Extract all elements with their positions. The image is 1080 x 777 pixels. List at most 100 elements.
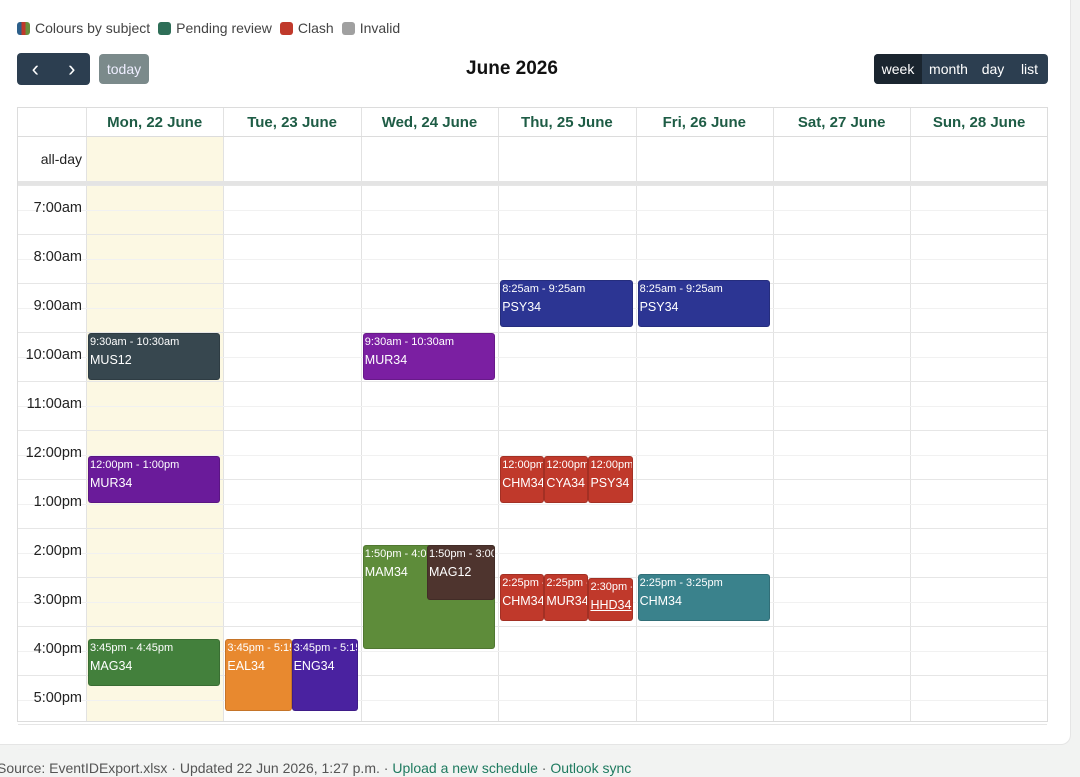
calendar-event[interactable]: 12:00pm - 1:00pm MUR34 [88,455,221,503]
time-label: 10:00am [25,346,82,363]
event-title: CYA34 [546,475,586,490]
event-title: CHM34 [502,593,545,608]
event-title: MUS12 [90,353,132,367]
time-label: 4:00pm [33,640,82,657]
view-week-button[interactable]: week [874,54,922,84]
event-title: CHM34 [502,475,545,490]
day-header[interactable]: Tue, 23 June [223,108,360,136]
time-label: 12:00pm [25,444,82,461]
time-label: 7:00am [33,199,82,216]
upload-schedule-link[interactable]: Upload a new schedule [392,760,538,776]
column-divider [635,108,637,721]
event-time: 12:00pm - 1:00pm [90,458,180,471]
outlook-sync-link[interactable]: Outlook sync [550,760,631,776]
calendar-event[interactable]: 3:45pm - 4:45pm MAG34 [88,639,221,687]
half-hour-line [18,209,1047,211]
event-time: 12:00pm - 1:00pm [502,458,545,471]
day-header[interactable]: Sun, 28 June [910,108,1047,136]
legend-item-subject: Colours by subject [17,20,150,36]
legend: Colours by subject Pending review Clash … [17,20,408,36]
calendar-event[interactable]: 2:25pm - 3:25pm MUR34 [544,573,589,621]
time-label: 11:00am [26,395,82,412]
event-title: MAG12 [429,565,472,580]
calendar-event[interactable]: 2:25pm - 3:25pm CHM34 [637,573,770,621]
half-hour-line [18,503,1047,505]
event-title: PSY34 [639,299,679,314]
day-header[interactable]: Sat, 27 June [773,108,910,136]
next-button[interactable]: › [54,53,91,85]
hour-line [18,430,1047,431]
event-time: 8:25am - 9:25am [502,282,586,295]
event-time: 3:45pm - 5:15pm [227,642,290,655]
calendar-event[interactable]: 3:45pm - 5:15pm ENG34 [291,639,358,711]
calendar-event[interactable]: 8:25am - 9:25am PSY34 [500,279,633,327]
subject-colours-swatch-icon [17,21,30,35]
day-header[interactable]: Fri, 26 June [636,108,773,136]
allday-divider [18,181,1047,185]
view-list-button[interactable]: list [1011,54,1048,84]
event-title: MUR34 [546,593,589,608]
hour-line [18,724,1047,725]
half-hour-line [18,552,1047,554]
view-month-button[interactable]: month [922,54,975,84]
calendar-event[interactable]: 9:30am - 10:30am MUS12 [88,333,221,380]
day-header[interactable]: Wed, 24 June [361,108,498,136]
calendar-card: Colours by subject Pending review Clash … [0,0,1071,750]
today-button[interactable]: today [99,54,149,84]
half-hour-line [18,748,1047,750]
legend-label: Clash [297,20,334,36]
calendar-title: June 2026 [466,58,558,79]
event-title: PSY34 [590,475,630,490]
column-divider [773,108,774,721]
calendar-event[interactable]: 8:25am - 9:25am PSY34 [637,279,770,327]
calendar-event[interactable]: 2:25pm - 3:25pm CHM34 [500,573,545,621]
column-divider [498,108,500,721]
hour-line [18,234,1047,235]
hour-line [18,626,1047,627]
footer: Source: EventIDExport.xlsx · Updated 22 … [0,760,631,776]
legend-label: Invalid [359,20,401,36]
clash-swatch-icon [279,21,293,35]
calendar-event[interactable]: 2:30pm - 3:25pm HHD34 [588,578,633,621]
event-time: 3:45pm - 4:45pm [90,642,174,655]
event-time: 9:30am - 10:30am [364,336,455,348]
half-hour-line [18,258,1047,260]
event-time: 12:00pm - 1:00pm [546,458,589,471]
column-divider [86,108,87,721]
calendar-event[interactable]: 9:30am - 10:30am MUR34 [362,333,496,380]
column-divider [360,108,362,721]
calendar-event[interactable]: 12:00pm - 1:00pm CHM34 [500,455,545,503]
hour-line [18,185,1047,186]
prev-button[interactable]: ‹ [17,53,54,85]
day-header[interactable]: Thu, 25 June [498,108,635,136]
event-title: EAL34 [227,659,265,674]
event-title: MUR34 [90,475,133,490]
event-time: 12:00pm - 1:00pm [590,458,633,471]
calendar-event[interactable]: 3:45pm - 5:15pm EAL34 [225,639,292,711]
calendar-event[interactable]: 1:50pm - 3:00pm MAG12 [427,545,496,601]
today-column-highlight [86,136,223,721]
view-switcher: week month day list [874,54,1048,84]
event-title: MAG34 [90,659,133,674]
day-header[interactable]: Mon, 22 June [86,108,223,136]
event-time: 2:25pm - 3:25pm [502,576,543,589]
prev-next-group: ‹ › [17,53,90,85]
view-day-button[interactable]: day [975,54,1011,84]
column-divider [910,108,912,721]
calendar-event[interactable]: 12:00pm - 1:00pm PSY34 [588,455,633,503]
event-title: PSY34 [502,299,542,314]
calendar-event[interactable]: 12:00pm - 1:00pm CYA34 [544,455,589,503]
event-time: 1:50pm - 3:00pm [429,548,494,561]
time-label: 5:00pm [33,689,82,706]
event-time: 8:25am - 9:25am [639,282,723,295]
time-label: 9:00am [33,297,82,314]
time-label: 8:00am [33,248,82,265]
week-grid: Mon, 22 June Tue, 23 June Wed, 24 June Thu,… [17,107,1048,750]
hour-line [18,528,1047,529]
event-time: 3:45pm - 5:15pm [293,642,357,655]
chevron-right-icon: › [68,56,76,81]
legend-label: Pending review [176,20,272,36]
half-hour-line [18,699,1047,701]
event-time: 2:30pm - 3:25pm [590,581,631,593]
legend-item-invalid: Invalid [341,20,401,36]
